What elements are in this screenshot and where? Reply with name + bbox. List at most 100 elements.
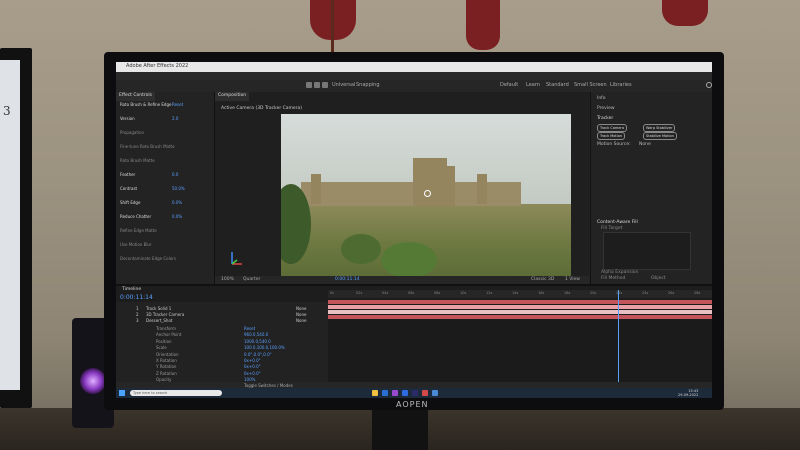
transform-property-value[interactable]: 1000.0,540.0	[244, 339, 271, 344]
fill-target-label: Fill Target	[601, 226, 623, 231]
after-effects-icon[interactable]	[412, 390, 418, 396]
workspace-tab[interactable]: Learn	[526, 82, 540, 88]
panel-preview[interactable]: Preview	[597, 106, 615, 111]
layer-bar[interactable]	[328, 300, 712, 304]
toolbar-item[interactable]: Universal	[332, 82, 355, 88]
range-select[interactable]: Object	[651, 276, 666, 281]
effect-property-value[interactable]: 0.0	[172, 172, 178, 177]
time-ruler[interactable]: 0s 02s 04s 06s 08s 10s 12s 14s 16s 18s 20s 22s 24s 26…	[328, 290, 712, 298]
layer-bar[interactable]	[328, 310, 712, 314]
fort-tower	[311, 174, 321, 204]
fill-method-label: Fill Method	[601, 276, 626, 281]
ruler-tick-label: 24s	[642, 291, 649, 295]
renderer-label[interactable]: Classic 3D	[531, 277, 554, 282]
hand-tool-icon[interactable]	[314, 82, 320, 88]
layer-bar[interactable]	[328, 315, 712, 319]
title-bar: Adobe After Effects 2022	[116, 62, 712, 72]
workspace-tab[interactable]: Small Screen	[574, 82, 607, 88]
workspace-tab[interactable]: Libraries	[610, 82, 632, 88]
search-icon[interactable]	[706, 82, 712, 88]
stabilize-motion-button[interactable]: Stabilize Motion	[643, 132, 677, 140]
playhead[interactable]	[618, 290, 619, 390]
ruler-tick-label: 0s	[330, 291, 335, 295]
ruler-tick-label: 06s	[408, 291, 415, 295]
content-aware-fill-title: Content-Aware Fill	[597, 220, 638, 225]
layer-bar[interactable]	[328, 305, 712, 309]
selection-tool-icon[interactable]	[306, 82, 312, 88]
transform-property-label: Transform	[156, 326, 176, 331]
effect-property-label: Propagation	[120, 130, 144, 135]
motion-source-select[interactable]: None	[639, 142, 651, 147]
ruler-tick-label: 12s	[486, 291, 493, 295]
effect-property-value[interactable]: 2.0	[172, 116, 178, 121]
photoshop-icon[interactable]	[402, 390, 408, 396]
tracker-point-icon[interactable]	[424, 190, 431, 197]
layer-name[interactable]: Dessert_Shot	[146, 318, 172, 323]
left-monitor: 3	[0, 48, 32, 408]
transform-property-value[interactable]: 960.0,540.0	[244, 332, 268, 337]
axis-gizmo-icon	[231, 252, 242, 265]
effect-property-value[interactable]: 0.0%	[172, 214, 182, 219]
transform-property-value[interactable]: Reset	[244, 326, 255, 331]
screen: Adobe After Effects 2022 Universal Snapp…	[116, 62, 712, 398]
resolution-select[interactable]: Quarter	[243, 277, 260, 282]
timeline-current-time[interactable]: 0:00:11:14	[120, 294, 153, 301]
panel-info[interactable]: Info	[597, 96, 606, 101]
app-icon[interactable]	[422, 390, 428, 396]
left-monitor-screen: 3	[0, 60, 20, 390]
timeline-panel: Timeline 0:00:11:14 1 Track Solid 1 None 2 3…	[116, 284, 712, 390]
transform-property-value[interactable]: 0x+0.0°	[244, 371, 261, 376]
timeline-track-area[interactable]: 0s 02s 04s 06s 08s 10s 12s 14s 16s 18s 20s 22s 24s 26…	[328, 290, 712, 390]
app-icon[interactable]	[432, 390, 438, 396]
effect-property-value[interactable]: 50.0%	[172, 186, 185, 191]
effect-property-label: Feather	[120, 172, 136, 177]
effect-property-value[interactable]: 0.0%	[172, 200, 182, 205]
transform-property-value[interactable]: 0x+0.0°	[244, 358, 261, 363]
effect-property-label: Reduce Chatter	[120, 214, 152, 219]
tab-composition[interactable]: Composition	[215, 92, 250, 101]
app-title: Adobe After Effects 2022	[126, 63, 189, 69]
layer-parent-select[interactable]: None	[296, 318, 306, 323]
windows-start-icon[interactable]	[119, 390, 125, 396]
transform-property-label: Orientation	[156, 351, 179, 357]
fort-tower	[477, 174, 487, 204]
layer-name[interactable]: Track Solid 1	[146, 306, 171, 311]
tab-effect-controls[interactable]: Effect Controls	[116, 92, 155, 101]
zoom-select[interactable]: 100%	[221, 277, 234, 282]
track-motion-button[interactable]: Track Motion	[597, 132, 626, 140]
transform-property-label: Position	[156, 338, 172, 344]
current-time[interactable]: 0:00:11:14	[335, 277, 360, 282]
ruler-tick-label: 08s	[434, 291, 441, 295]
tab-timeline[interactable]: Timeline	[122, 287, 141, 292]
view-layout-select[interactable]: 1 View	[565, 277, 580, 282]
toolbar-item[interactable]: Snapping	[356, 82, 380, 88]
transform-property-label: Z Rotation	[156, 370, 177, 376]
transform-property-value[interactable]: 0x+0.0°	[244, 364, 261, 369]
effect-property-label: Contrast	[120, 186, 138, 191]
ruler-tick-label: 10s	[460, 291, 467, 295]
layer-parent-select[interactable]: None	[296, 312, 306, 317]
composition-footer: 100% Quarter 0:00:11:14 Classic 3D 1 Vie…	[215, 276, 589, 284]
track-camera-button[interactable]: Track Camera	[597, 124, 628, 132]
panel-tracker[interactable]: Tracker	[597, 116, 613, 121]
zoom-tool-icon[interactable]	[322, 82, 328, 88]
transform-property-value[interactable]: 0.0°,0.0°,0.0°	[244, 352, 272, 357]
photo-scene: 3 AOPEN Adobe After Effects 2022 Univers…	[0, 0, 800, 450]
composition-viewer[interactable]	[281, 114, 571, 278]
workspace-tab[interactable]: Default	[500, 82, 518, 88]
transform-property-value[interactable]: 100.0,100.0,100.0%	[244, 345, 285, 350]
effect-property-label: Use Motion Blur	[120, 242, 152, 247]
fort-tower	[441, 166, 455, 206]
workspace-tab[interactable]: Standard	[546, 82, 569, 88]
layer-name[interactable]: 3D Tracker Camera	[146, 312, 184, 317]
layer-number: 2	[136, 312, 139, 317]
file-explorer-icon[interactable]	[372, 390, 378, 396]
taskbar-search-input[interactable]: Type here to search	[130, 390, 222, 396]
effect-property-value[interactable]: Reset	[172, 102, 183, 107]
menu-bar[interactable]	[116, 72, 712, 80]
layer-parent-select[interactable]: None	[296, 306, 306, 311]
edge-icon[interactable]	[382, 390, 388, 396]
warp-stabilizer-button[interactable]: Warp Stabilizer	[643, 124, 676, 132]
system-clock[interactable]: 15:43 29-09-2022	[678, 389, 698, 397]
premiere-icon[interactable]	[392, 390, 398, 396]
